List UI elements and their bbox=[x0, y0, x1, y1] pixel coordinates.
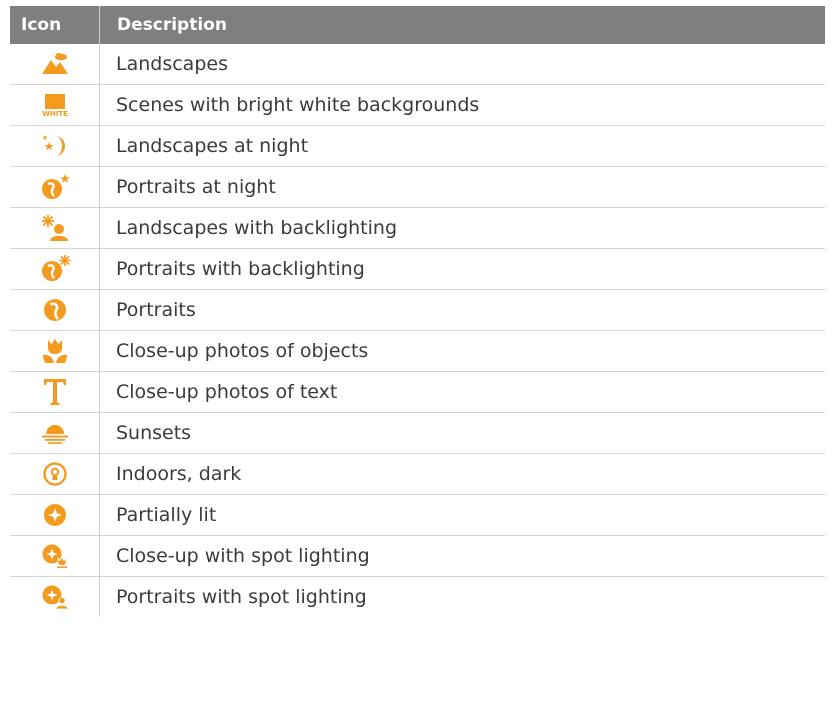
table-row: Portraits with backlighting bbox=[10, 249, 825, 290]
row-description: Close-up photos of objects bbox=[116, 340, 369, 362]
portrait-icon bbox=[10, 290, 100, 330]
white-background-icon: WHITE bbox=[10, 85, 100, 125]
table-row: Close-up photos of text bbox=[10, 372, 825, 413]
backlit-landscape-icon bbox=[10, 208, 100, 248]
indoor-dark-icon bbox=[10, 454, 100, 494]
row-description: Sunsets bbox=[116, 422, 192, 444]
table-row: Landscapes at night bbox=[10, 126, 825, 167]
table-row: Sunsets bbox=[10, 413, 825, 454]
row-description: Portraits with spot lighting bbox=[116, 586, 367, 608]
row-description: Landscapes at night bbox=[116, 135, 309, 157]
row-description: Portraits with backlighting bbox=[116, 258, 365, 280]
row-description: Close-up photos of text bbox=[116, 381, 338, 403]
row-description: Portraits at night bbox=[116, 176, 276, 198]
scene-icon-table: Icon Description Landscapes WHITE Scenes… bbox=[10, 6, 825, 617]
spot-portrait-icon bbox=[10, 577, 100, 617]
table-header: Icon Description bbox=[10, 6, 825, 44]
partially-lit-icon bbox=[10, 495, 100, 535]
table-row: Indoors, dark bbox=[10, 454, 825, 495]
macro-text-icon bbox=[10, 372, 100, 412]
macro-flower-icon bbox=[10, 331, 100, 371]
table-row: Portraits with spot lighting bbox=[10, 577, 825, 617]
table-row: Portraits bbox=[10, 290, 825, 331]
row-description: Portraits bbox=[116, 299, 196, 321]
table-row: Close-up photos of objects bbox=[10, 331, 825, 372]
sunset-icon bbox=[10, 413, 100, 453]
icon-column-header: Icon bbox=[21, 15, 62, 35]
svg-text:WHITE: WHITE bbox=[42, 110, 68, 118]
table-row: Close-up with spot lighting bbox=[10, 536, 825, 577]
table-row: Partially lit bbox=[10, 495, 825, 536]
description-column-header: Description bbox=[99, 6, 825, 44]
row-description: Landscapes with backlighting bbox=[116, 217, 398, 239]
row-description: Close-up with spot lighting bbox=[116, 545, 370, 567]
row-description: Partially lit bbox=[116, 504, 217, 526]
row-description: Scenes with bright white backgrounds bbox=[116, 94, 480, 116]
landscape-icon bbox=[10, 44, 100, 84]
row-description: Indoors, dark bbox=[116, 463, 242, 485]
night-landscape-icon bbox=[10, 126, 100, 166]
backlit-portrait-icon bbox=[10, 249, 100, 289]
spot-closeup-icon bbox=[10, 536, 100, 576]
row-description: Landscapes bbox=[116, 53, 228, 75]
table-row: Landscapes bbox=[10, 44, 825, 85]
night-portrait-icon bbox=[10, 167, 100, 207]
table-row: Portraits at night bbox=[10, 167, 825, 208]
table-row: WHITE Scenes with bright white backgroun… bbox=[10, 85, 825, 126]
table-row: Landscapes with backlighting bbox=[10, 208, 825, 249]
